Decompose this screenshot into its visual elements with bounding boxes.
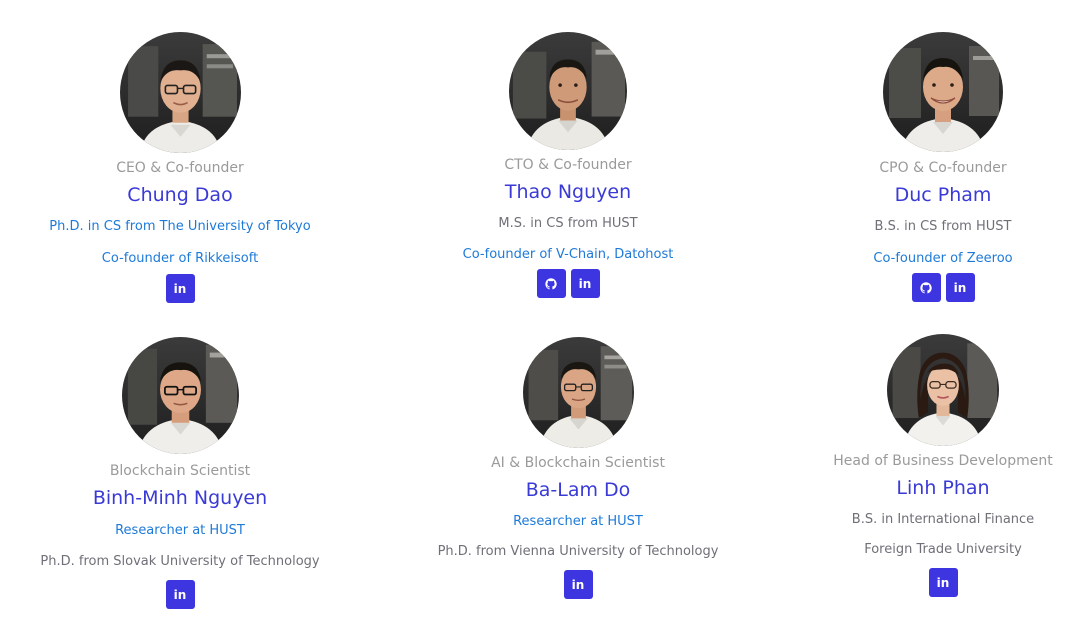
member-credential-2: Co-founder of Zeeroo <box>873 251 1013 266</box>
social-links: in <box>165 274 195 303</box>
avatar-photo <box>883 32 1003 152</box>
member-role: CPO & Co-founder <box>879 160 1007 176</box>
avatar <box>509 32 627 150</box>
member-credential-1: Researcher at HUST <box>513 514 643 529</box>
github-button[interactable] <box>911 273 941 302</box>
social-links: in <box>563 570 593 599</box>
linkedin-icon: in <box>578 276 592 291</box>
avatar-photo <box>522 337 634 448</box>
member-name: Linh Phan <box>896 477 990 499</box>
avatar-photo <box>121 337 239 454</box>
linkedin-button[interactable]: in <box>945 273 975 302</box>
member-credential-2: Co-founder of V-Chain, Datohost <box>462 247 674 262</box>
member-name: Thao Nguyen <box>504 181 632 203</box>
social-links: in <box>536 269 600 298</box>
avatar <box>883 32 1003 152</box>
social-links: in <box>165 580 195 609</box>
avatar <box>119 32 241 153</box>
linkedin-button[interactable]: in <box>165 274 195 303</box>
linkedin-icon: in <box>936 575 950 590</box>
linkedin-button[interactable]: in <box>563 570 593 599</box>
avatar <box>887 334 999 446</box>
avatar <box>522 337 634 448</box>
member-credential-1: M.S. in CS from HUST <box>498 216 638 231</box>
github-button[interactable] <box>536 269 566 298</box>
team-member-card: CTO & Co-founder Thao Nguyen M.S. in CS … <box>418 32 718 298</box>
social-links: in <box>911 273 975 302</box>
member-name: Ba-Lam Do <box>525 479 631 501</box>
github-icon <box>545 277 557 289</box>
member-name: Chung Dao <box>127 184 233 206</box>
linkedin-icon: in <box>571 577 585 592</box>
member-credential-1: B.S. in International Finance <box>851 512 1035 527</box>
github-icon <box>920 281 932 293</box>
member-credential-2: Ph.D. from Vienna University of Technolo… <box>437 544 719 559</box>
member-role: Head of Business Development <box>833 453 1053 469</box>
member-credential-2: Ph.D. from Slovak University of Technolo… <box>40 554 320 569</box>
linkedin-icon: in <box>173 587 187 602</box>
team-member-card: CEO & Co-founder Chung Dao Ph.D. in CS f… <box>30 32 330 303</box>
avatar-photo <box>887 334 999 446</box>
member-name: Binh-Minh Nguyen <box>92 487 268 509</box>
linkedin-button[interactable]: in <box>570 269 600 298</box>
linkedin-button[interactable]: in <box>165 580 195 609</box>
team-member-card: AI & Blockchain Scientist Ba-Lam Do Rese… <box>428 337 728 599</box>
linkedin-button[interactable]: in <box>928 568 958 597</box>
team-member-card: CPO & Co-founder Duc Pham B.S. in CS fro… <box>793 32 1087 302</box>
member-role: CEO & Co-founder <box>116 160 244 176</box>
avatar-photo <box>119 32 241 153</box>
member-role: Blockchain Scientist <box>109 463 251 479</box>
member-role: CTO & Co-founder <box>504 157 632 173</box>
member-name: Duc Pham <box>894 184 992 206</box>
social-links: in <box>928 568 958 597</box>
linkedin-icon: in <box>173 281 187 296</box>
linkedin-icon: in <box>953 280 967 295</box>
avatar-photo <box>509 32 627 150</box>
team-member-card: Blockchain Scientist Binh-Minh Nguyen Re… <box>30 337 330 609</box>
avatar <box>121 337 239 454</box>
member-credential-2: Foreign Trade University <box>864 542 1022 557</box>
member-credential-1: B.S. in CS from HUST <box>874 219 1012 234</box>
member-role: AI & Blockchain Scientist <box>491 455 665 471</box>
member-credential-2: Co-founder of Rikkeisoft <box>101 251 259 266</box>
member-credential-1: Researcher at HUST <box>115 523 245 538</box>
member-credential-1: Ph.D. in CS from The University of Tokyo <box>49 219 311 234</box>
team-member-card: Head of Business Development Linh Phan B… <box>793 334 1087 597</box>
